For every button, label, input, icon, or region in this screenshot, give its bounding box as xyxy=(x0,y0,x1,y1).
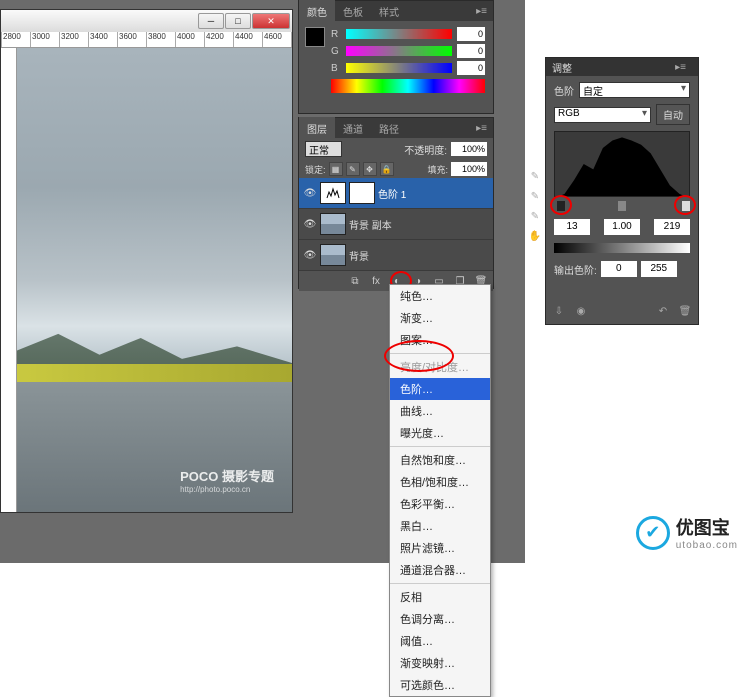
menu-levels[interactable]: 色阶… xyxy=(390,378,490,400)
adjustment-thumb xyxy=(320,182,346,204)
tab-color[interactable]: 颜色 xyxy=(299,0,335,23)
menu-gradient-map[interactable]: 渐变映射… xyxy=(390,652,490,674)
fill-input[interactable]: 100% xyxy=(451,162,487,176)
layer-row[interactable]: 👁 背景 xyxy=(299,240,493,271)
menu-color-balance[interactable]: 色彩平衡… xyxy=(390,493,490,515)
tab-styles[interactable]: 样式 xyxy=(371,0,407,23)
adjustments-panel: 调整▸≡ 色阶 自定 RGB 自动 13 1.00 219 输出色阶: 0 xyxy=(545,57,699,325)
channel-select[interactable]: RGB xyxy=(554,107,651,123)
preset-select[interactable]: 自定 xyxy=(579,82,690,98)
document-window: ─ □ ✕ 28003000 32003400 36003800 4000420… xyxy=(0,9,293,513)
layer-row[interactable]: 👁 背景 副本 xyxy=(299,209,493,240)
menu-photo-filter[interactable]: 照片滤镜… xyxy=(390,537,490,559)
color-panel: 颜色 色板 样式 ▸≡ R0 G0 B0 xyxy=(298,0,494,114)
mid-input[interactable]: 1.00 xyxy=(604,219,640,235)
green-slider[interactable] xyxy=(346,46,452,56)
adjustment-menu: 纯色… 渐变… 图案… 亮度/对比度… 色阶… 曲线… 曝光度… 自然饱和度… … xyxy=(389,284,491,697)
menu-curves[interactable]: 曲线… xyxy=(390,400,490,422)
menu-vibrance[interactable]: 自然饱和度… xyxy=(390,449,490,471)
green-value[interactable]: 0 xyxy=(457,44,485,58)
watermark: POCO 摄影专题http://photo.poco.cn xyxy=(180,466,274,494)
lock-all-icon[interactable]: 🔒 xyxy=(380,162,394,176)
red-value[interactable]: 0 xyxy=(457,27,485,41)
panel-menu-icon[interactable]: ▸≡ xyxy=(470,123,493,134)
panel-menu-icon[interactable]: ▸≡ xyxy=(470,6,493,17)
trash-icon[interactable]: 🗑 xyxy=(678,306,692,320)
visibility-icon[interactable]: 👁 xyxy=(303,217,317,231)
eyedropper-white-icon[interactable]: ✎ xyxy=(528,211,542,225)
maximize-button[interactable]: □ xyxy=(225,13,251,29)
black-handle[interactable] xyxy=(557,201,565,211)
blue-value[interactable]: 0 xyxy=(457,61,485,75)
tab-layers[interactable]: 图层 xyxy=(299,117,335,140)
menu-posterize[interactable]: 色调分离… xyxy=(390,608,490,630)
menu-threshold[interactable]: 阈值… xyxy=(390,630,490,652)
fx-icon[interactable]: fx xyxy=(369,274,383,288)
auto-button[interactable]: 自动 xyxy=(656,104,690,125)
black-input[interactable]: 13 xyxy=(554,219,590,235)
close-button[interactable]: ✕ xyxy=(252,13,290,29)
reset-icon[interactable]: ↶ xyxy=(656,306,670,320)
clip-icon[interactable]: ⇩ xyxy=(552,306,566,320)
output-black-input[interactable]: 0 xyxy=(601,261,637,277)
menu-bw[interactable]: 黑白… xyxy=(390,515,490,537)
minimize-button[interactable]: ─ xyxy=(198,13,224,29)
ruler-horizontal: 28003000 32003400 36003800 40004200 4400… xyxy=(1,32,292,48)
canvas-photo[interactable]: POCO 摄影专题http://photo.poco.cn xyxy=(17,48,292,512)
ruler-vertical xyxy=(1,48,17,512)
brand-logo-icon: ✔ xyxy=(636,516,670,550)
spectrum-strip[interactable] xyxy=(331,79,485,93)
white-input[interactable]: 219 xyxy=(654,219,690,235)
layers-panel: 图层 通道 路径 ▸≡ 正常 不透明度: 100% 锁定: ▦ ✎ ✥ 🔒 填充… xyxy=(298,117,494,289)
output-white-input[interactable]: 255 xyxy=(641,261,677,277)
blend-mode-select[interactable]: 正常 xyxy=(305,141,342,157)
white-handle[interactable] xyxy=(682,201,690,211)
window-titlebar: ─ □ ✕ xyxy=(1,10,292,32)
histogram xyxy=(554,131,690,197)
lock-transparent-icon[interactable]: ▦ xyxy=(329,162,343,176)
visibility-icon[interactable]: 👁 xyxy=(303,248,317,262)
lock-move-icon[interactable]: ✥ xyxy=(363,162,377,176)
blue-slider[interactable] xyxy=(346,63,452,73)
menu-pattern[interactable]: 图案… xyxy=(390,329,490,351)
menu-brightness[interactable]: 亮度/对比度… xyxy=(390,356,490,378)
input-slider[interactable] xyxy=(554,201,690,215)
foreground-swatch[interactable] xyxy=(305,27,325,47)
tab-paths[interactable]: 路径 xyxy=(371,117,407,140)
gray-handle[interactable] xyxy=(618,201,626,211)
menu-gradient[interactable]: 渐变… xyxy=(390,307,490,329)
tab-channels[interactable]: 通道 xyxy=(335,117,371,140)
eyedropper-black-icon[interactable]: ✎ xyxy=(528,191,542,205)
red-slider[interactable] xyxy=(346,29,452,39)
menu-channel-mixer[interactable]: 通道混合器… xyxy=(390,559,490,581)
opacity-input[interactable]: 100% xyxy=(451,142,487,156)
eyedropper-icon[interactable]: ✎ xyxy=(528,171,542,185)
panel-menu-icon[interactable]: ▸≡ xyxy=(669,62,692,73)
lock-paint-icon[interactable]: ✎ xyxy=(346,162,360,176)
layer-thumb xyxy=(320,213,346,235)
hand-icon[interactable]: ✋ xyxy=(528,231,542,245)
link-icon[interactable]: ⧉ xyxy=(348,274,362,288)
menu-exposure[interactable]: 曝光度… xyxy=(390,422,490,444)
mask-thumb[interactable] xyxy=(349,182,375,204)
menu-solid-color[interactable]: 纯色… xyxy=(390,285,490,307)
visibility-icon[interactable]: 👁 xyxy=(303,186,317,200)
brand-watermark: ✔ 优图宝utobao.com xyxy=(636,514,738,551)
menu-invert[interactable]: 反相 xyxy=(390,586,490,608)
layer-row[interactable]: 👁 色阶 1 xyxy=(299,178,493,209)
menu-hue-sat[interactable]: 色相/饱和度… xyxy=(390,471,490,493)
layer-thumb xyxy=(320,244,346,266)
view-prev-icon[interactable]: ◉ xyxy=(574,306,588,320)
tab-swatches[interactable]: 色板 xyxy=(335,0,371,23)
menu-selective-color[interactable]: 可选颜色… xyxy=(390,674,490,696)
output-gradient[interactable] xyxy=(554,243,690,253)
